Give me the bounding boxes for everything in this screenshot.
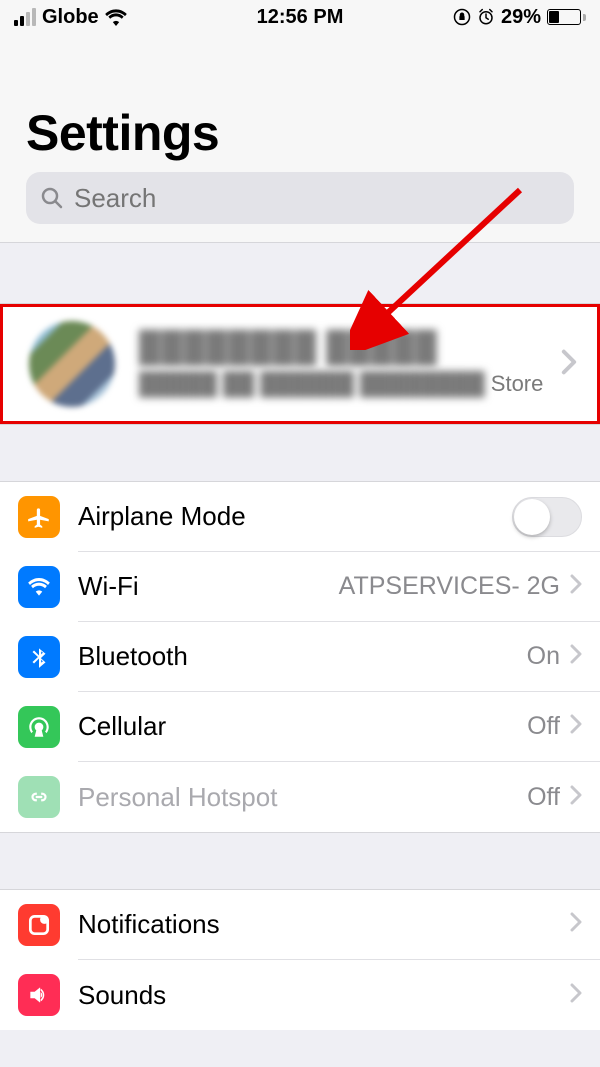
row-label: Sounds (78, 980, 166, 1011)
chevron-right-icon (570, 644, 582, 669)
chevron-right-icon (570, 983, 582, 1008)
sounds-icon (18, 974, 60, 1016)
search-field[interactable] (26, 172, 574, 224)
battery-icon (547, 9, 586, 25)
row-detail: Off (527, 712, 560, 741)
row-airplane-mode[interactable]: Airplane Mode (0, 482, 600, 552)
bluetooth-icon (18, 636, 60, 678)
row-bluetooth[interactable]: Bluetooth On (0, 622, 600, 692)
section-gap (0, 242, 600, 304)
row-label: Airplane Mode (78, 501, 246, 532)
section-gap (0, 424, 600, 482)
account-name: ████████ █████ (139, 331, 561, 365)
search-input[interactable] (74, 183, 560, 214)
row-detail: Off (527, 783, 560, 812)
status-bar: Globe 12:56 PM 29% (0, 0, 600, 34)
row-label: Personal Hotspot (78, 782, 277, 813)
cellular-signal-icon (14, 8, 36, 26)
apple-id-row[interactable]: ████████ █████ █████ ██ ██████ ████████ … (0, 304, 600, 424)
row-personal-hotspot[interactable]: Personal Hotspot Off (0, 762, 600, 832)
chevron-right-icon (561, 349, 577, 380)
wifi-settings-icon (18, 566, 60, 608)
battery-percent: 29% (501, 6, 541, 29)
alarm-icon (477, 8, 495, 26)
section-gap (0, 832, 600, 890)
carrier-label: Globe (42, 6, 99, 29)
clock: 12:56 PM (257, 6, 344, 29)
search-icon (40, 186, 64, 210)
settings-group-connectivity: Airplane Mode Wi-Fi ATPSERVICES- 2G (0, 482, 600, 832)
row-detail: ATPSERVICES- 2G (339, 572, 560, 601)
account-subtitle: █████ ██ ██████ ████████ Store (139, 371, 561, 397)
row-detail: On (527, 642, 560, 671)
header: Settings (0, 34, 600, 172)
row-label: Notifications (78, 909, 220, 940)
row-cellular[interactable]: Cellular Off (0, 692, 600, 762)
rotation-lock-icon (453, 8, 471, 26)
chevron-right-icon (570, 912, 582, 937)
row-label: Wi-Fi (78, 571, 139, 602)
chevron-right-icon (570, 714, 582, 739)
airplane-toggle[interactable] (512, 497, 582, 537)
row-sounds[interactable]: Sounds (0, 960, 600, 1030)
row-label: Bluetooth (78, 641, 188, 672)
chevron-right-icon (570, 574, 582, 599)
airplane-icon (18, 496, 60, 538)
hotspot-icon (18, 776, 60, 818)
page-title: Settings (26, 104, 574, 162)
wifi-icon (105, 8, 127, 26)
notifications-icon (18, 904, 60, 946)
cellular-icon (18, 706, 60, 748)
avatar (29, 321, 115, 407)
row-wifi[interactable]: Wi-Fi ATPSERVICES- 2G (0, 552, 600, 622)
settings-group-alerts: Notifications Sounds (0, 890, 600, 1030)
row-label: Cellular (78, 711, 166, 742)
chevron-right-icon (570, 785, 582, 810)
row-notifications[interactable]: Notifications (0, 890, 600, 960)
